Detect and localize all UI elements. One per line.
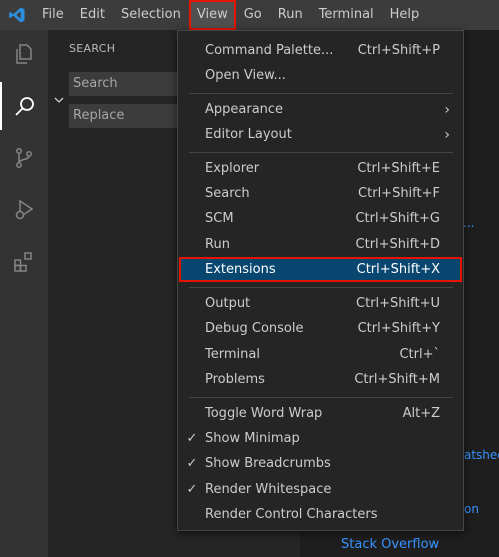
menu-toggle-word-wrap[interactable]: Toggle Word Wrap Alt+Z <box>179 401 462 426</box>
checkmark-icon: ✓ <box>186 456 198 471</box>
menu-item-label: Render Whitespace <box>205 482 332 497</box>
menu-item-shortcut: Ctrl+Shift+E <box>357 161 440 176</box>
menu-render-control-characters[interactable]: Render Control Characters <box>179 502 462 527</box>
menu-run[interactable]: Run Ctrl+Shift+D <box>179 232 462 257</box>
menu-show-minimap[interactable]: ✓ Show Minimap <box>179 426 462 451</box>
menu-appearance[interactable]: Appearance › <box>179 97 462 122</box>
chevron-down-icon[interactable] <box>54 94 64 109</box>
menu-item-label: Toggle Word Wrap <box>205 406 323 421</box>
menu-item-shortcut: Ctrl+Shift+P <box>357 43 440 58</box>
menu-view[interactable]: View <box>188 0 236 30</box>
menu-item-shortcut: Ctrl+` <box>399 347 440 362</box>
menu-output[interactable]: Output Ctrl+Shift+U <box>179 291 462 316</box>
menu-separator <box>189 287 453 288</box>
run-debug-icon[interactable] <box>0 186 48 234</box>
cheatsheet-link-fragment[interactable]: atsheet <box>464 448 499 462</box>
menu-debug-console[interactable]: Debug Console Ctrl+Shift+Y <box>179 316 462 341</box>
menu-item-label: Extensions <box>205 262 276 277</box>
menu-separator <box>189 152 453 153</box>
checkmark-icon: ✓ <box>186 482 198 497</box>
menu-separator <box>189 397 453 398</box>
title-bar: File Edit Selection View Go Run Terminal… <box>0 0 499 30</box>
chevron-right-icon: › <box>444 126 450 143</box>
menu-item-shortcut: Ctrl+Shift+G <box>355 211 440 226</box>
menu-item-label: SCM <box>205 211 234 226</box>
search-icon[interactable] <box>0 82 48 130</box>
welcome-link-fragment[interactable]: ... <box>463 216 474 230</box>
vscode-logo-icon <box>0 0 34 30</box>
menu-editor-layout[interactable]: Editor Layout › <box>179 122 462 147</box>
explorer-icon[interactable] <box>0 30 48 78</box>
extensions-icon[interactable] <box>0 238 48 286</box>
menu-help[interactable]: Help <box>382 0 428 30</box>
menu-command-palette[interactable]: Command Palette... Ctrl+Shift+P <box>179 38 462 63</box>
menu-item-label: Debug Console <box>205 321 304 336</box>
menu-item-label: Show Breadcrumbs <box>205 456 331 471</box>
menu-item-label: Open View... <box>205 68 286 83</box>
sidebar-title: SEARCH <box>69 42 116 55</box>
menu-item-shortcut: Ctrl+Shift+M <box>354 372 440 387</box>
menu-item-label: Problems <box>205 372 265 387</box>
menu-separator <box>189 93 453 94</box>
menu-item-shortcut: Alt+Z <box>402 406 440 421</box>
menu-explorer[interactable]: Explorer Ctrl+Shift+E <box>179 156 462 181</box>
checkmark-icon: ✓ <box>186 431 198 446</box>
menu-item-label: Command Palette... <box>205 43 334 58</box>
menu-show-breadcrumbs[interactable]: ✓ Show Breadcrumbs <box>179 451 462 476</box>
menu-item-label: Editor Layout <box>205 127 292 142</box>
menu-edit[interactable]: Edit <box>72 0 113 30</box>
menu-item-shortcut: Ctrl+Shift+U <box>356 296 440 311</box>
chevron-right-icon: › <box>444 101 450 118</box>
menu-item-label: Render Control Characters <box>205 507 378 522</box>
menu-go[interactable]: Go <box>236 0 270 30</box>
menu-run[interactable]: Run <box>270 0 311 30</box>
menu-item-shortcut: Ctrl+Shift+X <box>356 262 440 277</box>
menu-item-label: Show Minimap <box>205 431 300 446</box>
link-fragment[interactable]: on <box>464 502 479 516</box>
menu-item-label: Terminal <box>205 347 260 362</box>
source-control-icon[interactable] <box>0 134 48 182</box>
view-menu-dropdown: Command Palette... Ctrl+Shift+P Open Vie… <box>177 30 464 531</box>
menu-item-shortcut: Ctrl+Shift+Y <box>357 321 440 336</box>
menu-item-label: Search <box>205 186 250 201</box>
menu-item-label: Appearance <box>205 102 284 117</box>
menu-render-whitespace[interactable]: ✓ Render Whitespace <box>179 477 462 502</box>
activity-bar <box>0 30 48 557</box>
stack-overflow-link[interactable]: Stack Overflow <box>341 537 439 552</box>
menu-item-label: Run <box>205 237 230 252</box>
menu-item-label: Explorer <box>205 161 260 176</box>
menu-item-shortcut: Ctrl+Shift+F <box>358 186 440 201</box>
menu-selection[interactable]: Selection <box>113 0 189 30</box>
menu-item-shortcut: Ctrl+Shift+D <box>355 237 440 252</box>
menu-file[interactable]: File <box>34 0 72 30</box>
menu-scm[interactable]: SCM Ctrl+Shift+G <box>179 206 462 231</box>
menu-terminal[interactable]: Terminal Ctrl+` <box>179 342 462 367</box>
menu-problems[interactable]: Problems Ctrl+Shift+M <box>179 367 462 392</box>
menu-open-view[interactable]: Open View... <box>179 63 462 88</box>
menu-extensions[interactable]: Extensions Ctrl+Shift+X <box>179 257 462 282</box>
menu-item-label: Output <box>205 296 251 311</box>
menu-search[interactable]: Search Ctrl+Shift+F <box>179 181 462 206</box>
menu-terminal[interactable]: Terminal <box>311 0 382 30</box>
